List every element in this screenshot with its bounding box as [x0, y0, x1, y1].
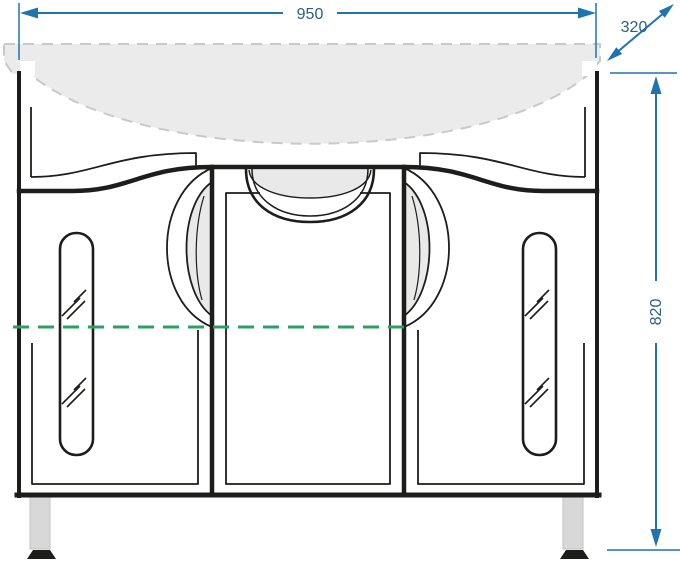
technical-drawing-canvas: 950 320 820: [0, 0, 680, 561]
counter-notch-left: [20, 61, 35, 76]
basin-bowl-front: [246, 169, 374, 222]
depth-dimension: 320: [607, 4, 674, 61]
width-label: 950: [297, 6, 324, 23]
left-door-mirror-strip: [60, 233, 93, 455]
right-leg: [560, 497, 589, 559]
left-door-arc-detail: [167, 168, 212, 327]
arrow-up-icon: [651, 76, 662, 94]
height-label: 820: [648, 299, 665, 326]
panel-outlines: [31, 107, 585, 484]
counter-notch-right: [582, 61, 597, 76]
arrow-right-icon: [578, 8, 596, 19]
right-door-arc-detail: [404, 168, 449, 327]
depth-label: 320: [621, 19, 648, 36]
countertop-basin: [4, 44, 600, 144]
height-dimension: 820: [607, 73, 680, 550]
vanity-dimension-drawing: 950 320 820: [0, 0, 680, 561]
arrow-left-icon: [20, 8, 38, 19]
right-door-mirror-strip: [523, 233, 556, 455]
left-foot: [27, 550, 56, 559]
arrow-down-icon: [651, 529, 662, 547]
left-leg: [27, 497, 56, 559]
right-foot: [560, 550, 589, 559]
